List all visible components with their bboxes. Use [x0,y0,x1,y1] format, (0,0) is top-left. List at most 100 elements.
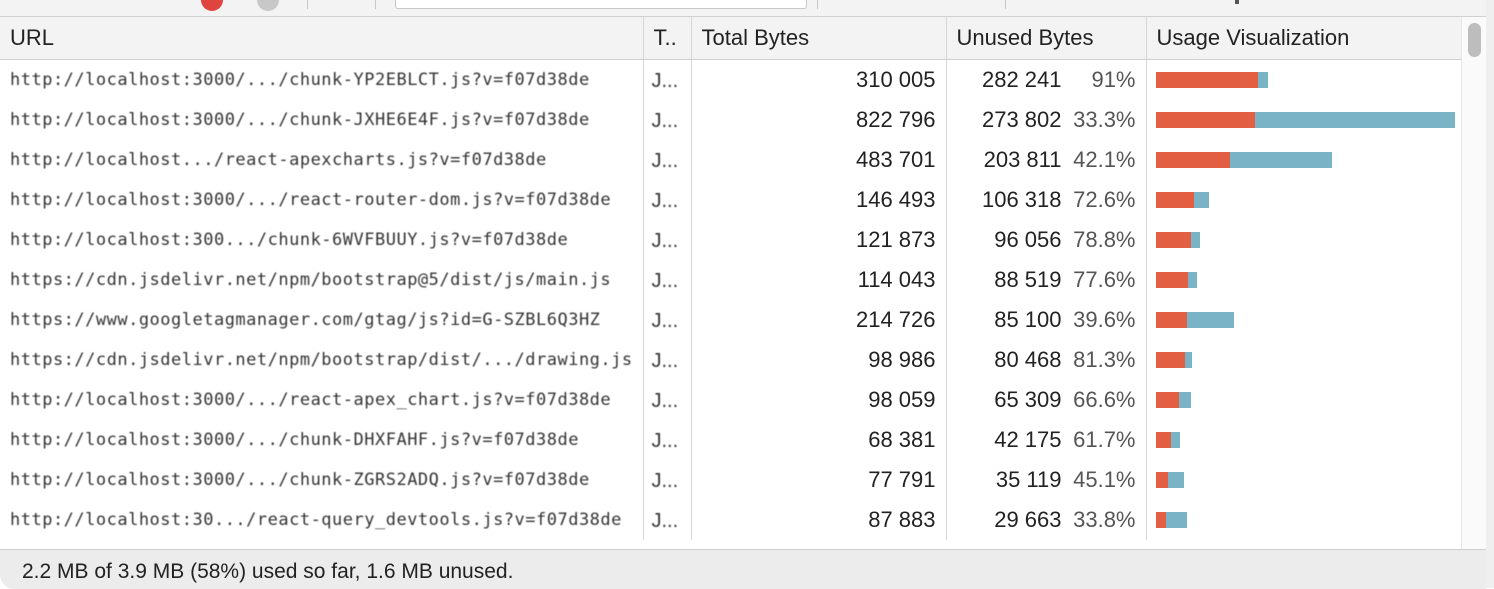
unused-bytes-bar-segment [1155,272,1188,288]
table-row[interactable]: http://localhost.../react-apexcharts.js?… [0,140,1462,180]
resource-url: https://cdn.jsdelivr.net/npm/bootstrap/d… [10,350,633,370]
resource-url: http://localhost:3000/.../chunk-JXHE6E4F… [10,110,590,130]
url-cell[interactable]: https://www.googletagmanager.com/gtag/js… [0,300,644,340]
unused-bytes-bar-segment [1155,112,1256,128]
usage-visualization-cell [1146,220,1462,260]
type-cell: J... [643,340,692,380]
unused-percent: 78.8% [1073,227,1136,252]
unused-bytes-cell: 29 663 33.8% [946,500,1147,540]
used-bytes-bar-segment [1166,512,1188,528]
column-header-total-bytes[interactable]: Total Bytes [691,17,947,60]
resource-url: http://localhost:3000/.../react-router-d… [10,190,612,210]
unused-bytes-cell: 273 802 33.3% [946,100,1147,140]
vertical-scrollbar[interactable] [1461,17,1487,549]
unused-percent: 81.3% [1073,347,1136,372]
unused-bytes-cell: 203 811 42.1% [946,140,1147,180]
resource-type: J... [651,470,679,492]
dropdown-icon[interactable] [1235,0,1239,4]
type-cell: J... [643,460,692,500]
url-cell[interactable]: http://localhost:30.../react-query_devto… [0,500,644,540]
unused-bytes-bar-segment [1155,312,1187,328]
resource-type: J... [651,430,679,452]
url-cell[interactable]: https://cdn.jsdelivr.net/npm/bootstrap@5… [0,260,644,300]
url-cell[interactable]: http://localhost:300.../chunk-6WVFBUUY.j… [0,220,644,260]
unused-percent: 42.1% [1073,147,1136,172]
table-row[interactable]: http://localhost:3000/.../chunk-DHXFAHF.… [0,420,1462,460]
scrollbar-thumb[interactable] [1468,23,1481,57]
resource-url: http://localhost:30.../react-query_devto… [10,510,622,530]
table-row[interactable]: http://localhost:3000/.../react-router-d… [0,180,1462,220]
used-bytes-bar-segment [1190,232,1200,248]
url-cell[interactable]: http://localhost:3000/.../chunk-DHXFAHF.… [0,420,644,460]
column-header-unused-bytes[interactable]: Unused Bytes [946,17,1147,60]
usage-visualization-cell [1146,500,1462,540]
resource-url: http://localhost:3000/.../react-apex_cha… [10,390,612,410]
table-row[interactable]: https://www.googletagmanager.com/gtag/js… [0,300,1462,340]
url-cell[interactable]: http://localhost:3000/.../react-apex_cha… [0,380,644,420]
column-header-usage-visualization[interactable]: Usage Visualization [1146,17,1462,60]
url-cell[interactable]: http://localhost:3000/.../chunk-JXHE6E4F… [0,100,644,140]
resource-type: J... [651,350,679,372]
resource-url: https://www.googletagmanager.com/gtag/js… [10,310,601,330]
usage-bar [1155,232,1461,248]
toolbar-divider [307,0,308,9]
unused-bytes-cell: 35 119 45.1% [946,460,1147,500]
type-cell: J... [643,500,692,540]
table-row[interactable]: http://localhost:30.../react-query_devto… [0,500,1462,540]
record-icon[interactable] [201,0,223,11]
unused-bytes-value: 85 100 [994,307,1062,332]
usage-bar [1155,432,1461,448]
url-cell[interactable]: http://localhost:3000/.../chunk-YP2EBLCT… [0,59,644,100]
unused-percent: 45.1% [1073,467,1136,492]
toolbar [0,0,1494,17]
unused-percent: 77.6% [1073,267,1136,292]
toolbar-divider [817,0,818,9]
unused-bytes-bar-segment [1155,152,1230,168]
table-header-row: URL T.. Total Bytes Unused Bytes Usage V… [0,17,1462,60]
column-header-url[interactable]: URL [0,17,644,60]
column-header-type[interactable]: T.. [643,17,692,60]
unused-bytes-bar-segment [1155,352,1185,368]
used-bytes-bar-segment [1255,112,1456,128]
table-row[interactable]: http://localhost:300.../chunk-6WVFBUUY.j… [0,220,1462,260]
url-cell[interactable]: http://localhost:3000/.../react-router-d… [0,180,644,220]
unused-percent: 39.6% [1073,307,1136,332]
url-filter-input[interactable] [395,0,807,9]
unused-bytes-value: 106 318 [981,187,1062,212]
total-bytes-cell: 98 059 [691,380,947,420]
resource-url: http://localhost.../react-apexcharts.js?… [10,150,547,170]
total-bytes-cell: 146 493 [691,180,947,220]
url-cell[interactable]: http://localhost:3000/.../chunk-ZGRS2ADQ… [0,460,644,500]
total-bytes-cell: 114 043 [691,260,947,300]
table-row[interactable]: http://localhost:3000/.../chunk-JXHE6E4F… [0,100,1462,140]
unused-bytes-value: 80 468 [994,347,1062,372]
unused-bytes-cell: 85 100 39.6% [946,300,1147,340]
total-bytes-cell: 483 701 [691,140,947,180]
type-cell: J... [643,300,692,340]
url-cell[interactable]: https://cdn.jsdelivr.net/npm/bootstrap/d… [0,340,644,380]
toolbar-divider [1005,0,1006,9]
unused-bytes-value: 65 309 [994,387,1062,412]
unused-bytes-cell: 282 241 91% [946,59,1147,100]
usage-visualization-cell [1146,300,1462,340]
table-row[interactable]: https://cdn.jsdelivr.net/npm/bootstrap@5… [0,260,1462,300]
usage-visualization-cell [1146,180,1462,220]
unused-percent: 66.6% [1073,387,1136,412]
resource-type: J... [651,510,679,532]
table-row[interactable]: http://localhost:3000/.../react-apex_cha… [0,380,1462,420]
clear-icon[interactable] [257,0,279,11]
usage-bar [1155,472,1461,488]
table-row[interactable]: https://cdn.jsdelivr.net/npm/bootstrap/d… [0,340,1462,380]
usage-visualization-cell [1146,140,1462,180]
unused-bytes-cell: 42 175 61.7% [946,420,1147,460]
type-cell: J... [643,260,692,300]
used-bytes-bar-segment [1187,272,1198,288]
used-bytes-bar-segment [1170,432,1181,448]
table-row[interactable]: http://localhost:3000/.../chunk-ZGRS2ADQ… [0,460,1462,500]
unused-percent: 72.6% [1073,187,1136,212]
table-row[interactable]: http://localhost:3000/.../chunk-YP2EBLCT… [0,59,1462,100]
unused-bytes-bar-segment [1155,392,1180,408]
type-cell: J... [643,59,692,100]
usage-visualization-cell [1146,380,1462,420]
url-cell[interactable]: http://localhost.../react-apexcharts.js?… [0,140,644,180]
